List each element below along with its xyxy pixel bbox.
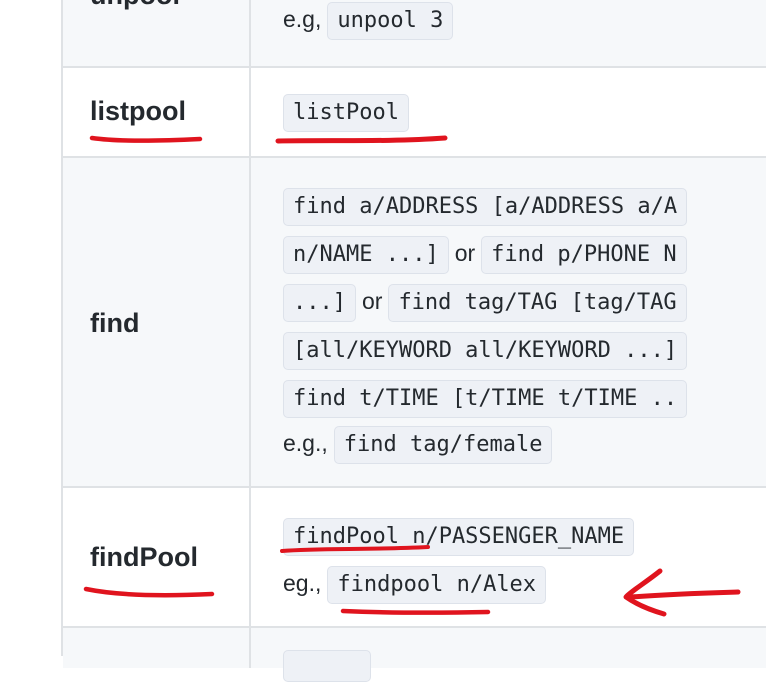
description-cell: findPool n/PASSENGER_NAME eg., findpool n… <box>283 488 766 628</box>
command-name-unpool: unpool <box>90 0 180 11</box>
table-row-unpool: unpool e.g,unpool 3 <box>63 0 766 66</box>
description-cell: listPool <box>283 68 766 156</box>
code-snippet: [all/KEYWORD all/KEYWORD ...] <box>283 332 688 370</box>
command-cell <box>63 628 251 668</box>
format-line: [all/KEYWORD all/KEYWORD ...] <box>283 332 688 370</box>
table-row-next <box>63 626 766 682</box>
format-line: find t/TIME [t/TIME t/TIME .. <box>283 380 688 418</box>
code-snippet: listPool <box>283 94 409 132</box>
command-name-find: find <box>90 308 140 338</box>
description-cell <box>283 628 766 682</box>
code-snippet: n/NAME ...] <box>283 236 449 274</box>
description-cell: find a/ADDRESS [a/ADDRESS a/A n/NAME ...… <box>283 158 766 488</box>
code-snippet: findpool n/Alex <box>327 566 547 604</box>
example-prefix: eg., <box>283 570 322 596</box>
command-cell: find <box>63 158 251 488</box>
example-line: e.g, unpool 3 <box>283 2 454 40</box>
format-line: findPool n/PASSENGER_NAME <box>283 518 635 556</box>
format-line: find a/ADDRESS [a/ADDRESS a/A <box>283 188 688 226</box>
command-name-listpool: listpool <box>90 96 186 126</box>
code-snippet: findPool n/PASSENGER_NAME <box>283 518 635 556</box>
code-snippet: ...] <box>283 284 356 322</box>
code-snippet: find p/PHONE N <box>481 236 687 274</box>
example-line: e.g., find tag/female <box>283 426 553 464</box>
code-snippet: unpool 3 <box>327 2 454 40</box>
commands-table: unpool e.g,unpool 3 listpool listPool fi… <box>61 0 766 682</box>
table-row-listpool: listpool listPool <box>63 66 766 156</box>
code-snippet: find tag/female <box>333 426 553 464</box>
command-cell: listpool <box>63 68 251 156</box>
or-text: or <box>454 240 476 266</box>
table-row-find: find find a/ADDRESS [a/ADDRESS a/A n/NAM… <box>63 156 766 488</box>
command-name-findpool: findPool <box>90 542 198 572</box>
code-snippet: find a/ADDRESS [a/ADDRESS a/A <box>283 188 688 226</box>
left-gutter <box>0 0 61 656</box>
code-snippet: find tag/TAG [tag/TAG <box>388 284 687 322</box>
example-prefix: e.g, <box>283 6 322 32</box>
command-cell: findPool <box>63 488 251 628</box>
table-row-findpool: findPool findPool n/PASSENGER_NAME eg., f… <box>63 486 766 628</box>
format-line: listPool <box>283 94 409 132</box>
code-snippet-partial <box>283 650 371 682</box>
format-line: ...] or find tag/TAG [tag/TAG <box>283 284 687 322</box>
example-line: eg., findpool n/Alex <box>283 566 547 604</box>
description-cell: e.g, unpool 3 <box>283 0 766 66</box>
command-cell: unpool <box>63 0 251 66</box>
code-snippet: find t/TIME [t/TIME t/TIME .. <box>283 380 688 418</box>
example-prefix: e.g., <box>283 430 328 456</box>
or-text: or <box>361 288 383 314</box>
format-line: n/NAME ...] or find p/PHONE N <box>283 236 687 274</box>
